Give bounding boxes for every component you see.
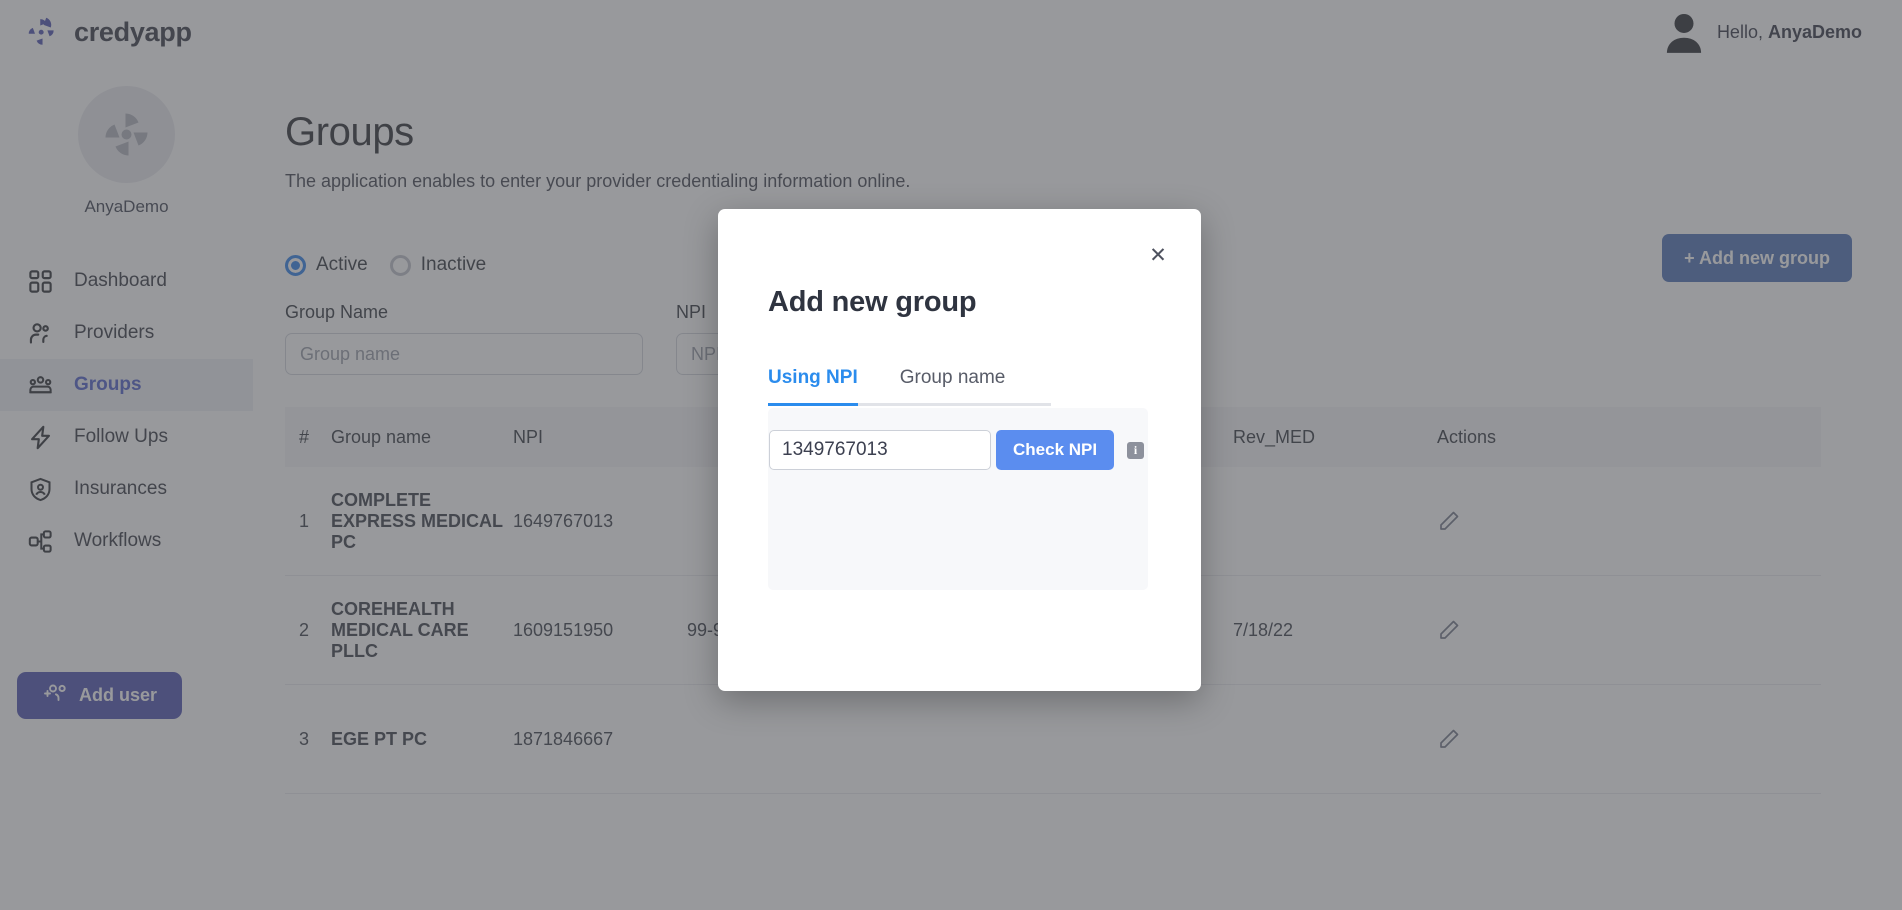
npi-input[interactable] bbox=[769, 430, 991, 470]
modal-title: Add new group bbox=[768, 286, 977, 318]
add-new-group-modal: ✕ Add new group Using NPI Group name Che… bbox=[718, 209, 1201, 691]
tab-group-name[interactable]: Group name bbox=[900, 367, 1006, 403]
info-icon[interactable]: i bbox=[1127, 441, 1145, 459]
tab-using-npi[interactable]: Using NPI bbox=[768, 367, 858, 403]
modal-tabs: Using NPI Group name bbox=[768, 367, 1051, 406]
close-x-icon[interactable]: ✕ bbox=[1147, 245, 1169, 267]
npi-lookup-panel: Check NPI i bbox=[768, 408, 1148, 590]
check-npi-button[interactable]: Check NPI bbox=[996, 430, 1115, 470]
npi-lookup-row: Check NPI i bbox=[769, 430, 1145, 470]
